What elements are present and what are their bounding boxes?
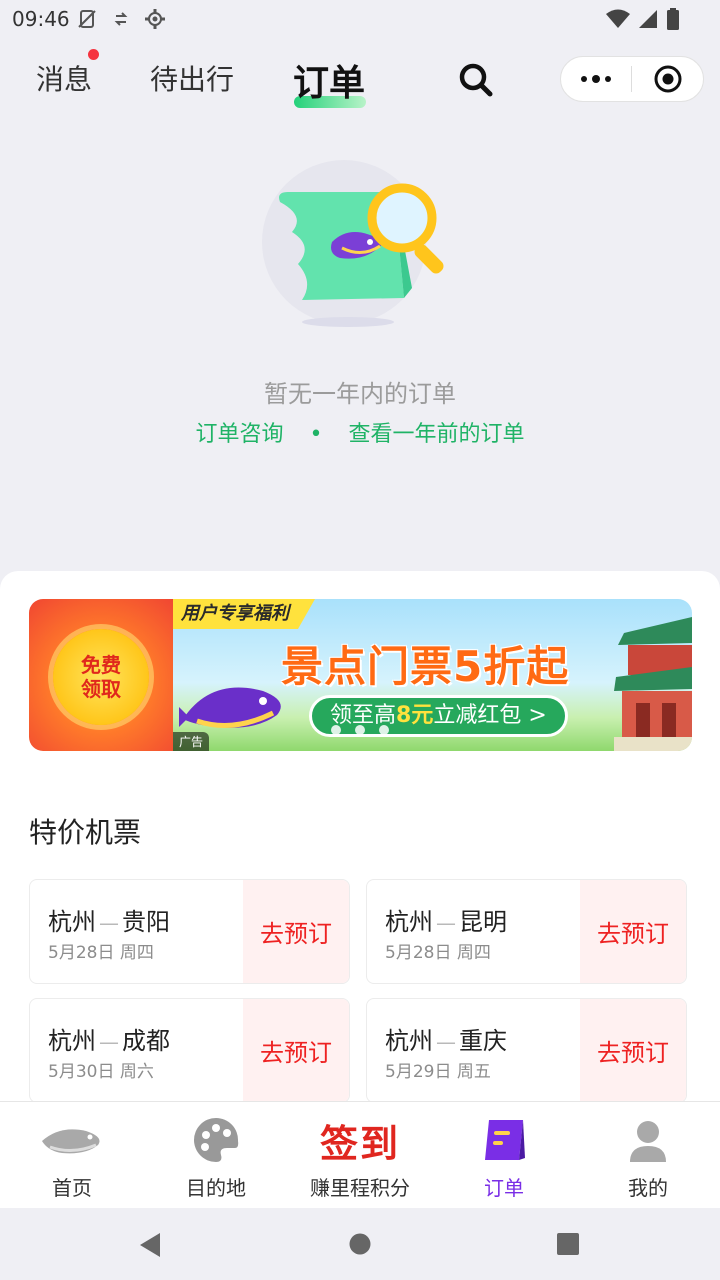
- empty-orders-message: 暂无一年内的订单: [264, 380, 456, 408]
- signal-icon: [639, 10, 657, 28]
- tab-label: 目的地: [186, 1176, 246, 1200]
- bottom-tab-bar: 首页 目的地 签到 赚里程积分 订单 我的: [0, 1101, 720, 1208]
- system-nav-bar: [0, 1208, 720, 1280]
- wifi-icon: [606, 9, 630, 28]
- top-nav: 消息 待出行 订单: [0, 40, 720, 114]
- tab-earn-points[interactable]: 签到 赚里程积分: [288, 1102, 432, 1209]
- flight-route: 杭州 — 重庆: [385, 1027, 507, 1055]
- close-miniapp-button[interactable]: [632, 57, 703, 101]
- flight-date: 5月28日 周四: [48, 943, 154, 963]
- user-benefit-tag: 用户专享福利: [173, 599, 315, 629]
- flight-route: 杭州 — 贵阳: [48, 908, 170, 936]
- battery-icon: [667, 8, 679, 30]
- whale-mascot-icon: [179, 687, 281, 728]
- data-arrows-icon: [114, 12, 128, 26]
- back-icon[interactable]: [138, 1232, 162, 1258]
- target-close-icon: [654, 65, 681, 93]
- flight-card[interactable]: 杭州 — 昆明 5月28日 周四 去预订: [366, 879, 687, 984]
- no-sim-icon: [78, 10, 96, 28]
- tab-home[interactable]: 首页: [0, 1102, 144, 1209]
- carousel-dots: [331, 725, 389, 735]
- ad-banner[interactable]: 用户专享福利 景点门票5折起 领至高8元立减红包 > 广告: [173, 599, 692, 751]
- flight-date: 5月29日 周五: [385, 1062, 491, 1082]
- tab-label: 首页: [52, 1176, 92, 1200]
- tab-messages[interactable]: 消息: [36, 58, 92, 98]
- search-icon: [459, 63, 493, 97]
- status-bar: 09:46: [0, 0, 720, 38]
- whale-icon: [42, 1129, 100, 1154]
- link-separator: •: [309, 422, 323, 447]
- recommend-sheet: 免费领取 用户专享福利 景点门票5折起 领至高8元立减红包 > 广告 特价机票 …: [0, 571, 720, 1111]
- miniapp-capsule: [560, 56, 704, 102]
- order-consult-link[interactable]: 订单咨询: [195, 416, 283, 448]
- cheap-flights-title: 特价机票: [29, 816, 142, 849]
- book-button[interactable]: 去预订: [243, 880, 349, 983]
- more-dots-icon: [581, 75, 611, 83]
- checkin-icon-text: 签到: [319, 1120, 400, 1166]
- flight-route: 杭州 — 昆明: [385, 908, 507, 936]
- user-icon: [630, 1121, 666, 1162]
- empty-state-links: 订单咨询 • 查看一年前的订单: [0, 416, 720, 448]
- flight-date: 5月30日 周六: [48, 1062, 154, 1082]
- tab-label: 赚里程积分: [310, 1176, 410, 1200]
- flight-card[interactable]: 杭州 — 成都 5月30日 周六 去预订: [29, 998, 350, 1103]
- red-packet-amount: 8元: [396, 703, 434, 728]
- tab-orders[interactable]: 订单: [293, 54, 365, 106]
- free-claim-label: 免费领取: [81, 653, 121, 701]
- flight-date: 5月28日 周四: [385, 943, 491, 963]
- tab-profile[interactable]: 我的: [576, 1102, 720, 1209]
- unread-badge: [88, 49, 99, 60]
- tab-label: 我的: [628, 1176, 668, 1200]
- more-button[interactable]: [561, 57, 631, 101]
- book-button[interactable]: 去预订: [580, 880, 686, 983]
- empty-orders-illustration: [262, 150, 462, 340]
- search-button[interactable]: [456, 60, 496, 100]
- older-orders-link[interactable]: 查看一年前的订单: [348, 416, 524, 448]
- ad-label: 广告: [173, 732, 210, 751]
- recents-icon[interactable]: [557, 1233, 579, 1255]
- tab-orders-bottom[interactable]: 订单: [432, 1102, 576, 1209]
- tab-upcoming-trips[interactable]: 待出行: [150, 58, 234, 98]
- free-claim-promo[interactable]: 免费领取: [29, 599, 173, 751]
- coin-badge: 免费领取: [53, 629, 149, 725]
- banner-headline: 景点门票5折起: [281, 642, 570, 691]
- home-circle-icon[interactable]: [349, 1233, 371, 1255]
- book-button[interactable]: 去预订: [243, 999, 349, 1102]
- flight-route: 杭州 — 成都: [48, 1027, 170, 1055]
- tab-label: 订单: [484, 1176, 524, 1200]
- temple-icon: [614, 617, 692, 751]
- tab-destination[interactable]: 目的地: [144, 1102, 288, 1209]
- flight-card[interactable]: 杭州 — 贵阳 5月28日 周四 去预订: [29, 879, 350, 984]
- settings-icon: [145, 9, 165, 29]
- order-icon: [485, 1120, 525, 1160]
- palette-icon: [194, 1118, 239, 1162]
- flight-card[interactable]: 杭州 — 重庆 5月29日 周五 去预订: [366, 998, 687, 1103]
- book-button[interactable]: 去预订: [580, 999, 686, 1102]
- status-time: 09:46: [12, 7, 70, 31]
